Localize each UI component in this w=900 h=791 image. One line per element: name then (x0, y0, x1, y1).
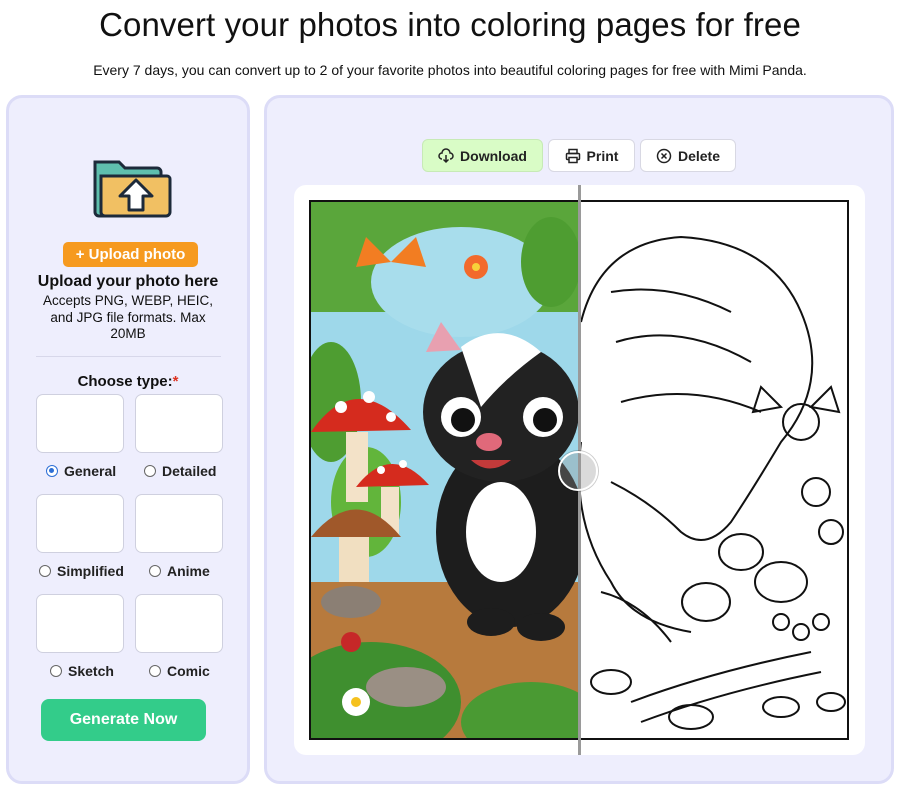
upload-panel: + Upload photo Upload your photo here Ac… (6, 95, 250, 784)
type-thumb-detailed[interactable] (135, 394, 223, 453)
type-option-detailed[interactable]: Detailed (144, 463, 216, 479)
type-option-simplified[interactable]: Simplified (39, 563, 124, 579)
preview-panel: Download Print Delete (264, 95, 894, 784)
type-label-simplified: Simplified (57, 563, 124, 579)
delete-label: Delete (677, 147, 721, 164)
required-mark: * (172, 373, 179, 390)
print-button[interactable]: Print (548, 139, 635, 172)
type-option-general[interactable]: General (46, 463, 116, 479)
comparison-slider-handle[interactable] (558, 451, 598, 491)
delete-button[interactable]: Delete (640, 139, 736, 172)
type-label-general: General (64, 463, 117, 479)
choose-type-heading: Choose type:* (9, 373, 247, 390)
printer-icon (565, 148, 580, 163)
divider (36, 356, 221, 357)
line-art-half (578, 202, 847, 738)
radio-sketch[interactable] (50, 665, 62, 677)
type-label-anime: Anime (167, 563, 210, 579)
download-label: Download (460, 147, 527, 164)
type-option-anime[interactable]: Anime (149, 563, 210, 579)
generate-now-button[interactable]: Generate Now (41, 699, 206, 741)
radio-detailed[interactable] (144, 465, 156, 477)
radio-comic[interactable] (149, 665, 161, 677)
type-option-comic[interactable]: Comic (149, 663, 210, 679)
type-thumb-comic[interactable] (135, 594, 223, 653)
download-button[interactable]: Download (422, 139, 543, 172)
page-subtitle: Every 7 days, you can convert up to 2 of… (93, 62, 807, 78)
type-thumb-general[interactable] (36, 394, 124, 453)
page-title: Convert your photos into coloring pages … (99, 6, 801, 43)
radio-simplified[interactable] (39, 565, 51, 577)
cloud-download-icon (438, 147, 454, 163)
type-label-detailed: Detailed (162, 463, 217, 479)
radio-general[interactable] (46, 465, 58, 477)
preview-card (294, 185, 865, 755)
folder-upload-icon[interactable] (91, 154, 173, 220)
upload-title: Upload your photo here (37, 273, 219, 290)
type-thumb-simplified[interactable] (36, 494, 124, 553)
print-label: Print (586, 147, 619, 164)
type-label-comic: Comic (167, 663, 210, 679)
type-thumb-anime[interactable] (135, 494, 223, 553)
radio-anime[interactable] (149, 565, 161, 577)
type-option-sketch[interactable]: Sketch (50, 663, 114, 679)
type-label-sketch: Sketch (68, 663, 114, 679)
type-thumb-sketch[interactable] (36, 594, 124, 653)
choose-type-label: Choose type: (77, 373, 173, 390)
close-circle-icon (656, 148, 672, 163)
upload-photo-button[interactable]: + Upload photo (63, 242, 198, 267)
upload-description: Accepts PNG, WEBP, HEIC, and JPG file fo… (42, 293, 214, 341)
